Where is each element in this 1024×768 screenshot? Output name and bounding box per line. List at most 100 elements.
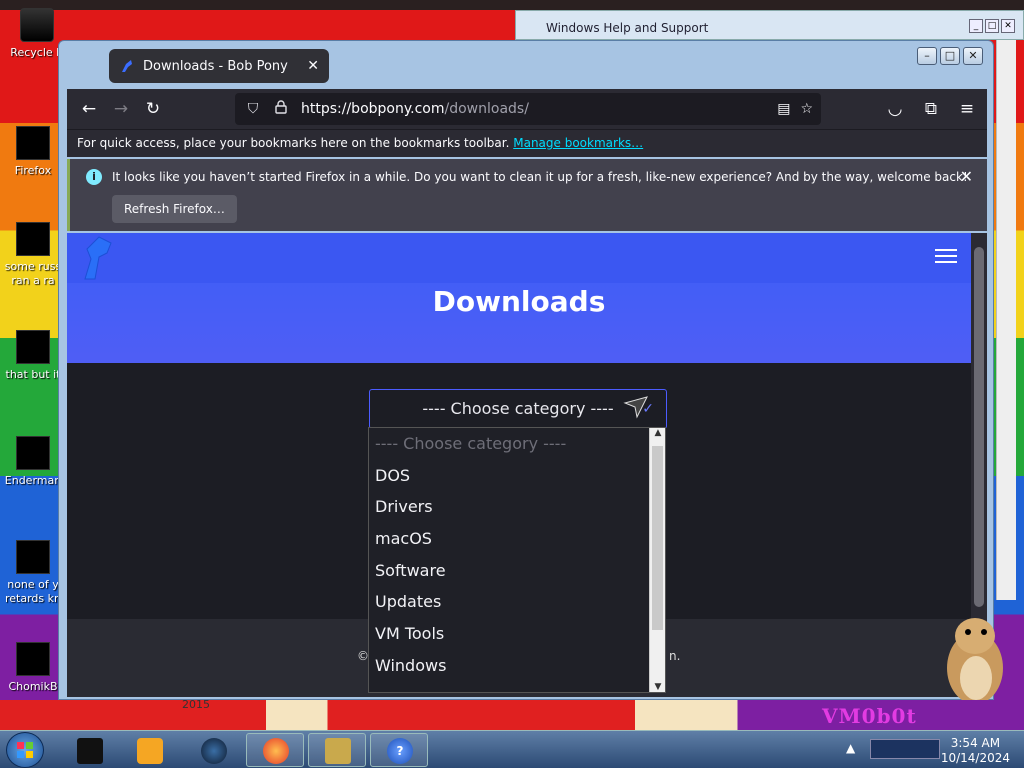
- taskbar-help[interactable]: ?: [370, 733, 428, 767]
- help-icon: ?: [387, 738, 413, 764]
- dropdown-option[interactable]: Updates: [369, 586, 665, 618]
- dropdown-option[interactable]: Software: [369, 555, 665, 587]
- dropdown-option[interactable]: DOS: [369, 460, 665, 492]
- category-select-value: ---- Choose category ----: [422, 399, 614, 418]
- page-scrollbar-thumb[interactable]: [974, 247, 984, 607]
- maximize-icon[interactable]: □: [985, 19, 999, 33]
- desktop-icon-label: some russ: [4, 260, 62, 273]
- menu-icon[interactable]: ≡: [951, 93, 983, 125]
- firefox-icon: [16, 126, 50, 160]
- bobpony-favicon-icon: [122, 60, 132, 72]
- desktop-icon-label: ChomikB: [8, 680, 58, 693]
- media-player-icon: [137, 738, 163, 764]
- dropdown-option[interactable]: VM Tools: [369, 618, 665, 650]
- desktop-icon-label-line2: ran a ra: [11, 274, 55, 287]
- reload-icon[interactable]: ↻: [137, 93, 169, 125]
- clock[interactable]: 3:54 AM 10/14/2024: [941, 736, 1010, 766]
- windows-logo-icon: [17, 742, 33, 758]
- system-tray: ▲ 3:54 AM 10/14/2024: [840, 733, 1024, 767]
- background-window-scrollbar[interactable]: [996, 40, 1016, 600]
- pocket-icon[interactable]: ◡: [879, 93, 911, 125]
- desktop-icon-none-of-y[interactable]: none of y retards kn: [0, 540, 66, 606]
- desktop-icon-label: that but it: [5, 368, 61, 381]
- dropdown-option[interactable]: ---- Choose category ----: [369, 428, 665, 460]
- chomikbox-icon: [325, 738, 351, 764]
- url-path: /downloads/: [444, 101, 529, 117]
- notification-message: It looks like you haven’t started Firefo…: [112, 170, 968, 184]
- manage-bookmarks-link[interactable]: Manage bookmarks…: [513, 136, 643, 150]
- tray-expand-icon[interactable]: ▲: [846, 741, 855, 755]
- window-controls: – □ ✕: [917, 47, 983, 65]
- file-icon: [16, 540, 50, 574]
- shield-icon[interactable]: ⛉: [239, 101, 267, 117]
- desktop-icon-enderman[interactable]: Enderman: [0, 436, 66, 488]
- forward-icon[interactable]: →: [105, 93, 137, 125]
- globe-icon: [201, 738, 227, 764]
- wallpaper-year-text: 2015: [182, 698, 210, 711]
- site-navbar: [67, 233, 971, 283]
- refresh-firefox-button[interactable]: Refresh Firefox…: [112, 195, 237, 223]
- page-hero: Downloads: [67, 233, 971, 363]
- clock-date: 10/14/2024: [940, 751, 1010, 765]
- desktop-icon-firefox[interactable]: Firefox: [0, 126, 66, 178]
- dropdown-scrollbar-thumb[interactable]: [652, 446, 663, 630]
- background-window-controls: _ □ ✕: [969, 19, 1015, 33]
- start-button[interactable]: [6, 732, 44, 768]
- taskbar-media-player[interactable]: [120, 733, 178, 767]
- lock-icon[interactable]: [267, 100, 295, 118]
- taskbar-app-3[interactable]: [184, 733, 242, 767]
- page-title: Downloads: [432, 285, 606, 318]
- footer-text-fragment: n.: [669, 649, 681, 663]
- dropdown-scrollbar[interactable]: ▲ ▼: [649, 428, 665, 692]
- desktop-icon-that-but-it[interactable]: that but it: [0, 330, 66, 382]
- minimize-icon[interactable]: _: [969, 19, 983, 33]
- maximize-button[interactable]: □: [940, 47, 960, 65]
- bookmarks-toolbar: For quick access, place your bookmarks h…: [67, 129, 987, 157]
- scroll-up-icon[interactable]: ▲: [650, 428, 665, 438]
- dropdown-option[interactable]: Windows: [369, 650, 665, 682]
- scroll-down-icon[interactable]: ▼: [650, 682, 665, 692]
- file-icon: [16, 436, 50, 470]
- info-icon: i: [86, 169, 102, 185]
- mouse-cursor-icon: [623, 396, 648, 419]
- hamster-gadget-icon[interactable]: [940, 608, 1010, 708]
- category-dropdown-list: ---- Choose category ---- DOS Drivers ma…: [368, 427, 666, 693]
- desktop-icon-label-line2: retards kn: [5, 592, 61, 605]
- desktop-icon-chomikb[interactable]: ChomikB: [0, 642, 66, 694]
- hamburger-menu-icon[interactable]: [935, 249, 957, 263]
- wallpaper-vm-text: VM0b0t: [822, 704, 917, 728]
- tab-title: Downloads - Bob Pony: [143, 58, 288, 74]
- file-icon: [16, 222, 50, 256]
- desktop-icon-label: Enderman: [4, 474, 62, 487]
- extensions-icon[interactable]: ⧉: [915, 93, 947, 125]
- notification-close-icon[interactable]: ✕: [960, 167, 973, 186]
- file-icon: [16, 642, 50, 676]
- url-bar[interactable]: ⛉ https://bobpony.com/downloads/ ▤ ☆: [235, 93, 821, 125]
- bobpony-logo-icon[interactable]: [81, 235, 117, 281]
- minimize-button[interactable]: –: [917, 47, 937, 65]
- close-button[interactable]: ✕: [963, 47, 983, 65]
- nav-toolbar: ← → ↻ ⛉ https://bobpony.com/downloads/ ▤…: [67, 89, 987, 129]
- firefox-icon: [263, 738, 289, 764]
- taskbar: ? ▲ 3:54 AM 10/14/2024: [0, 730, 1024, 768]
- back-icon[interactable]: ←: [73, 93, 105, 125]
- clock-time: 3:54 AM: [950, 736, 1001, 750]
- close-icon[interactable]: ✕: [1001, 19, 1015, 33]
- bookmarks-hint-text: For quick access, place your bookmarks h…: [77, 136, 510, 150]
- taskbar-firefox[interactable]: [246, 733, 304, 767]
- bookmark-star-icon[interactable]: ☆: [800, 101, 813, 117]
- tray-icons[interactable]: [870, 739, 940, 759]
- background-window-title: Windows Help and Support: [546, 21, 709, 35]
- dropdown-option[interactable]: macOS: [369, 523, 665, 555]
- app-box-icon: [77, 738, 103, 764]
- taskbar-chomikbox[interactable]: [308, 733, 366, 767]
- refresh-notification-bar: i It looks like you haven’t started Fire…: [67, 159, 987, 231]
- reader-view-icon[interactable]: ▤: [777, 101, 790, 117]
- dropdown-option[interactable]: Drivers: [369, 491, 665, 523]
- browser-tab[interactable]: Downloads - Bob Pony ✕: [109, 49, 329, 83]
- tab-close-icon[interactable]: ✕: [307, 58, 319, 74]
- taskbar-app-1[interactable]: [60, 733, 118, 767]
- file-icon: [16, 330, 50, 364]
- background-window-help-support[interactable]: Windows Help and Support _ □ ✕: [515, 10, 1024, 40]
- desktop-icon-some-russ[interactable]: some russ ran a ra: [0, 222, 66, 288]
